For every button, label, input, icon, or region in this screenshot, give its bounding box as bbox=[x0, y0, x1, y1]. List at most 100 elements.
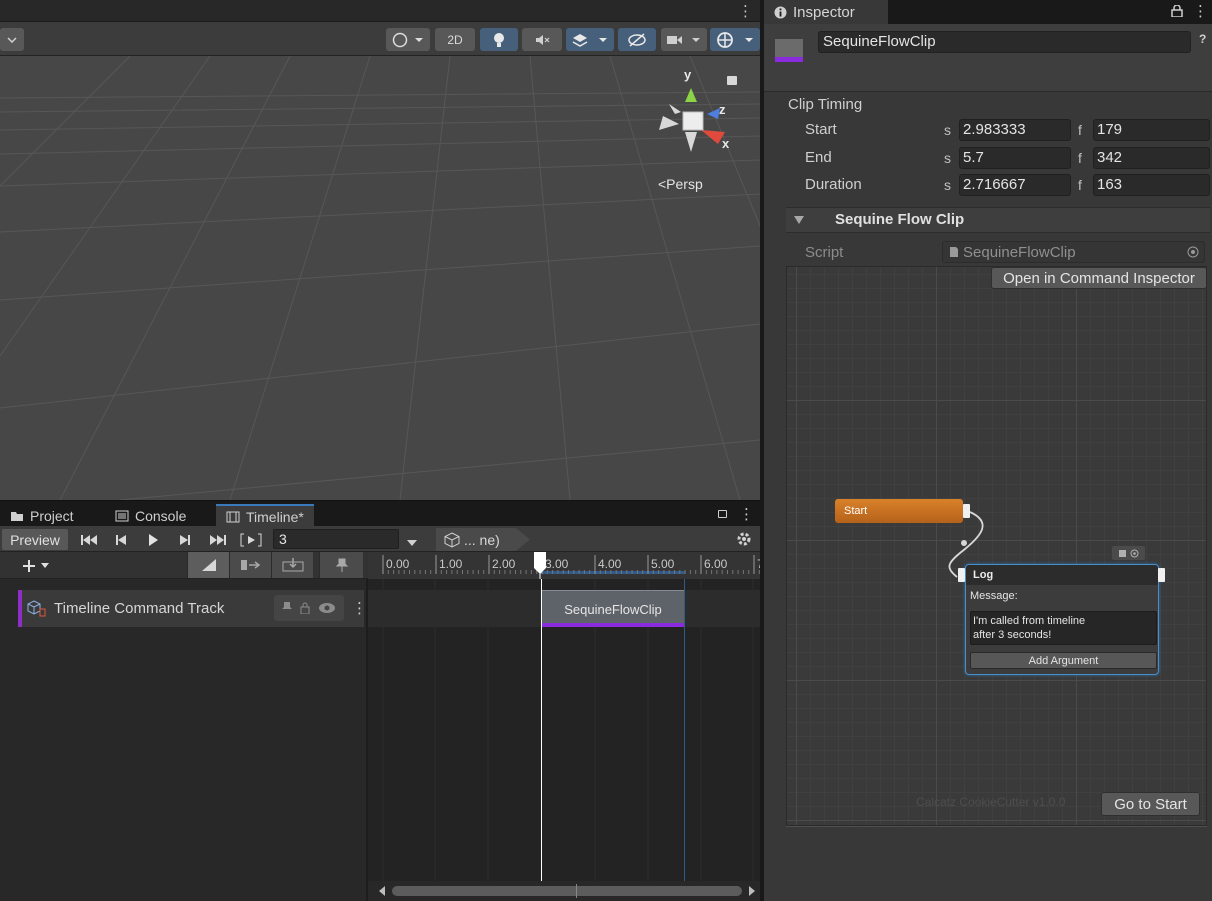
timeline-icon bbox=[226, 511, 240, 522]
version-watermark: Calcatz CookieCutter v1.0.0 bbox=[916, 795, 1066, 809]
gizmos-dropdown[interactable] bbox=[710, 28, 760, 51]
timeline-command-track[interactable]: Timeline Command Track ⋮ bbox=[18, 590, 367, 627]
breadcrumb-label: ... ne) bbox=[464, 531, 500, 548]
start-seconds-field[interactable]: 2.983333 bbox=[959, 119, 1071, 141]
track-name: Timeline Command Track bbox=[54, 600, 225, 617]
effects-dropdown[interactable] bbox=[566, 28, 614, 51]
current-frame-field[interactable]: 3 bbox=[273, 529, 399, 549]
ruler-label: 0.00 bbox=[386, 557, 410, 571]
duration-seconds-field[interactable]: 2.716667 bbox=[959, 174, 1071, 196]
tab-timeline-label: Timeline* bbox=[246, 508, 304, 525]
horizontal-scrollbar[interactable] bbox=[368, 881, 760, 901]
lock-icon[interactable] bbox=[718, 510, 727, 518]
scene-title-bar: ⋮ bbox=[0, 0, 760, 22]
insert-mode-button[interactable] bbox=[271, 552, 313, 578]
log-node-title: Log bbox=[966, 565, 1158, 585]
start-node[interactable]: Start bbox=[835, 499, 963, 523]
eye-icon[interactable] bbox=[318, 602, 336, 614]
chevron-down-icon bbox=[41, 563, 49, 568]
cube-command-icon bbox=[27, 599, 46, 616]
duration-frames-field[interactable]: 163 bbox=[1093, 174, 1210, 196]
bottom-tab-bar: Project Console Timeline* ⋮ bbox=[0, 500, 760, 527]
node-graph[interactable]: Open in Command Inspector Start Log Mess… bbox=[786, 266, 1207, 826]
previous-frame-button[interactable] bbox=[108, 529, 134, 550]
lock-icon[interactable] bbox=[300, 602, 310, 614]
clip-area[interactable]: SequineFlowClip bbox=[368, 579, 760, 881]
draw-mode-dropdown[interactable] bbox=[0, 28, 24, 51]
scroll-right-icon[interactable] bbox=[748, 886, 756, 896]
log-node-output-port[interactable] bbox=[1158, 568, 1165, 582]
play-range-button[interactable] bbox=[238, 529, 264, 550]
lighting-toggle[interactable] bbox=[480, 28, 518, 51]
goto-first-frame-button[interactable] bbox=[76, 529, 102, 550]
script-field[interactable]: SequineFlowClip bbox=[942, 241, 1205, 263]
more-options-icon[interactable]: ⋮ bbox=[738, 2, 753, 20]
log-node[interactable]: Log Message: I'm called from timeline af… bbox=[965, 564, 1159, 675]
component-header[interactable]: Sequine Flow Clip bbox=[786, 207, 1210, 233]
add-track-button[interactable] bbox=[22, 556, 62, 576]
more-options-icon[interactable]: ⋮ bbox=[739, 505, 754, 523]
track-more-options-icon[interactable]: ⋮ bbox=[352, 599, 367, 617]
clip-color-bar bbox=[541, 623, 685, 627]
end-seconds-unit: s bbox=[944, 150, 951, 166]
script-label: Script bbox=[805, 244, 844, 261]
more-options-icon[interactable]: ⋮ bbox=[1193, 2, 1208, 20]
timeline-clip[interactable]: SequineFlowClip bbox=[541, 590, 685, 627]
target-icon[interactable] bbox=[1130, 549, 1139, 558]
goto-last-frame-button[interactable] bbox=[205, 529, 231, 550]
toggle-2d-label: 2D bbox=[447, 32, 463, 47]
playhead-line bbox=[541, 579, 542, 881]
replace-mode-button[interactable] bbox=[229, 552, 271, 578]
audio-toggle[interactable] bbox=[522, 28, 562, 51]
toggle-2d-button[interactable]: 2D bbox=[435, 28, 475, 51]
scene-view[interactable]: ⋮ 2D y z x <Persp bbox=[0, 0, 760, 500]
timeline-breadcrumb[interactable]: ... ne) bbox=[436, 528, 530, 551]
foldout-arrow-icon[interactable] bbox=[794, 216, 804, 224]
scroll-left-icon[interactable] bbox=[378, 886, 386, 896]
scrollbar-thumb[interactable] bbox=[392, 886, 742, 896]
lock-icon[interactable] bbox=[727, 76, 737, 85]
ruler-label: 3.00 bbox=[545, 557, 569, 571]
scene-visibility-toggle[interactable] bbox=[618, 28, 656, 51]
component-title: Sequine Flow Clip bbox=[835, 211, 965, 228]
next-frame-button[interactable] bbox=[172, 529, 198, 550]
shading-mode-dropdown[interactable] bbox=[386, 28, 430, 51]
pin-icon[interactable] bbox=[282, 602, 292, 614]
object-picker-icon[interactable] bbox=[1187, 246, 1199, 258]
preview-button[interactable]: Preview bbox=[2, 529, 68, 550]
lightbulb-icon bbox=[494, 32, 504, 47]
pin-button[interactable] bbox=[319, 552, 363, 578]
frame-format-dropdown[interactable] bbox=[406, 535, 418, 550]
go-to-start-button[interactable]: Go to Start bbox=[1101, 792, 1200, 816]
duration-seconds-unit: s bbox=[944, 177, 951, 193]
insert-mode-icon bbox=[282, 558, 303, 572]
ripple-mode-button[interactable] bbox=[187, 552, 229, 578]
gizmo-icon bbox=[717, 31, 753, 48]
next-frame-icon bbox=[180, 534, 190, 545]
orientation-gizmo[interactable]: y z x bbox=[645, 64, 745, 164]
camera-dropdown[interactable] bbox=[661, 28, 707, 51]
tab-console[interactable]: Console bbox=[105, 504, 196, 527]
end-seconds-field[interactable]: 5.7 bbox=[959, 147, 1071, 169]
tab-timeline[interactable]: Timeline* bbox=[216, 504, 314, 527]
first-frame-icon bbox=[81, 534, 97, 545]
doc-icon[interactable] bbox=[1118, 549, 1127, 558]
projection-label[interactable]: <Persp bbox=[658, 176, 703, 192]
message-input[interactable]: I'm called from timeline after 3 seconds… bbox=[970, 611, 1157, 645]
timeline-settings-button[interactable] bbox=[736, 531, 752, 550]
tab-project[interactable]: Project bbox=[0, 504, 84, 527]
end-frames-field[interactable]: 342 bbox=[1093, 147, 1210, 169]
log-node-input-port[interactable] bbox=[958, 568, 965, 582]
lock-icon[interactable] bbox=[1171, 5, 1183, 17]
ruler-label: 2.00 bbox=[492, 557, 516, 571]
object-name-field[interactable]: SequineFlowClip bbox=[818, 31, 1191, 53]
help-icon[interactable]: ? bbox=[1199, 32, 1206, 46]
start-frames-field[interactable]: 179 bbox=[1093, 119, 1210, 141]
start-node-output-port[interactable] bbox=[963, 504, 970, 518]
cube-icon bbox=[444, 531, 460, 548]
add-argument-button[interactable]: Add Argument bbox=[970, 652, 1157, 669]
tab-inspector[interactable]: Inspector bbox=[764, 0, 888, 24]
play-button[interactable] bbox=[140, 529, 166, 550]
time-ruler[interactable]: 0.001.002.003.004.005.006.007 bbox=[368, 552, 760, 579]
bottom-panel: Project Console Timeline* ⋮ Preview 3 ..… bbox=[0, 500, 760, 901]
